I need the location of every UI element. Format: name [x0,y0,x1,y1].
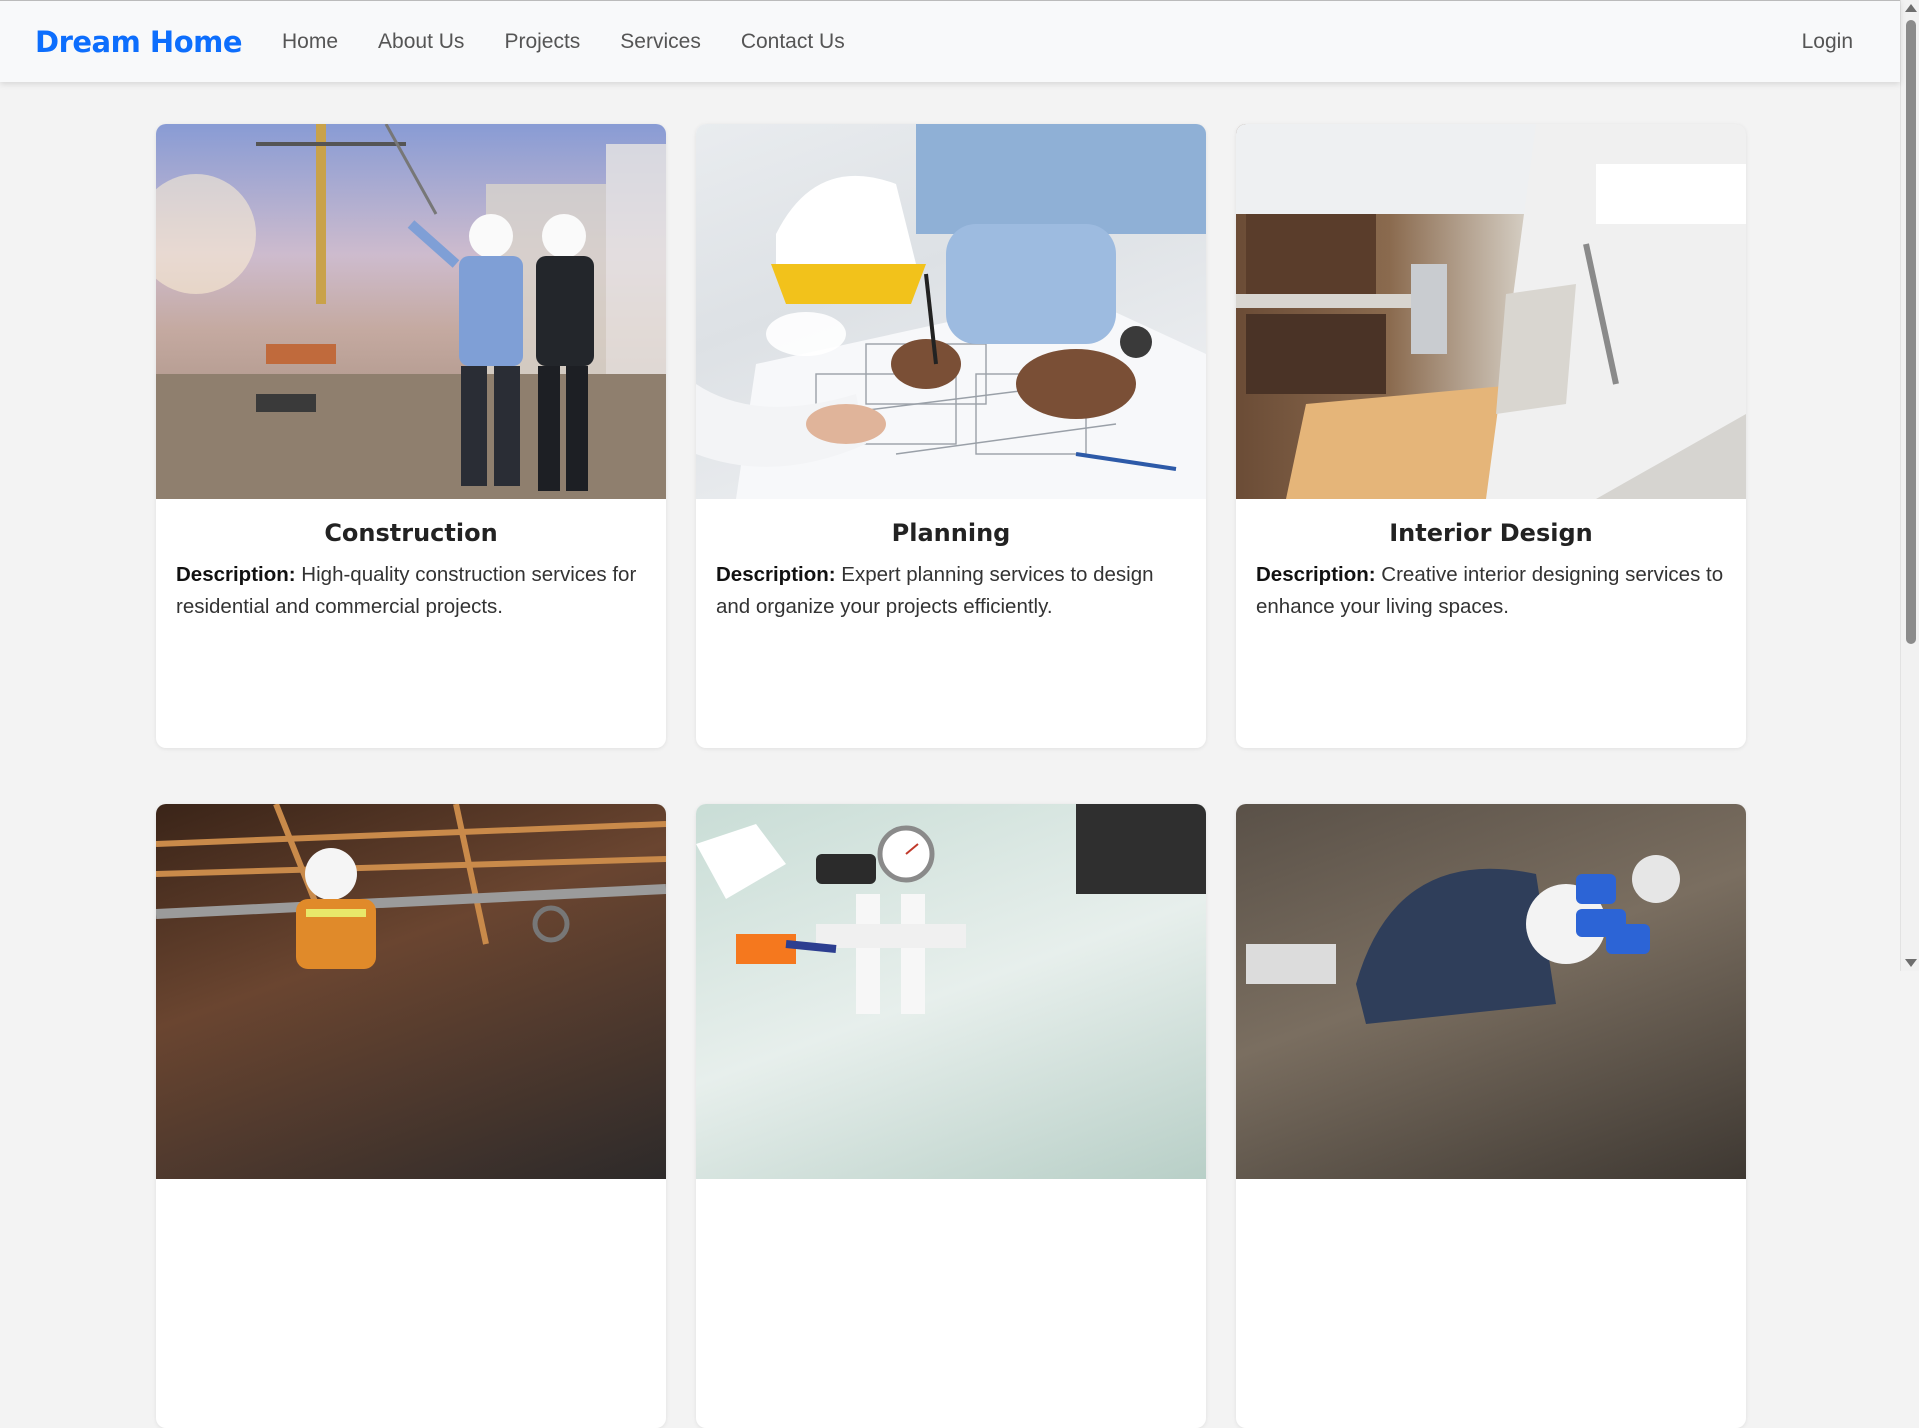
brand-logo[interactable]: Dream Home [35,25,243,59]
interior-design-image [1236,124,1746,499]
card-description: Description: High-quality construction s… [176,559,646,623]
nav-link-projects[interactable]: Projects [504,30,580,54]
service-card-planning: Planning Description: Expert planning se… [696,124,1206,748]
vertical-scrollbar[interactable] [1900,0,1919,971]
service-card-construction: Construction Description: High-quality c… [156,124,666,748]
electrical-illustration [156,804,666,969]
nav-link-about-us[interactable]: About Us [378,30,464,54]
login-link[interactable]: Login [1802,30,1853,54]
card-title: Planning [891,519,1011,547]
electrical-image [156,804,666,1179]
service-card-interior-design: Interior Design Description: Creative in… [1236,124,1746,748]
description-label: Description: [716,563,836,586]
service-card-electrical [156,804,666,1428]
service-card-plumbing [696,804,1206,1428]
nav-links: Home About Us Projects Services Contact … [282,30,845,54]
interior-illustration [1236,124,1746,499]
card-body: Construction Description: High-quality c… [156,499,666,623]
nav-link-contact-us[interactable]: Contact Us [741,30,845,54]
card-title: Construction [324,519,498,547]
plumbing-image [696,804,1206,1179]
services-grid: Construction Description: High-quality c… [156,124,1747,1428]
top-navbar: Dream Home Home About Us Projects Servic… [0,0,1900,82]
plumbing-illustration [696,804,1206,1014]
card-body: Interior Design Description: Creative in… [1236,499,1746,623]
scroll-down-icon[interactable] [1905,959,1917,967]
excavation-image [1236,804,1746,1179]
scroll-up-icon[interactable] [1905,4,1917,12]
description-label: Description: [1256,563,1376,586]
planning-image [696,124,1206,499]
planning-illustration [696,124,1206,499]
nav-link-home[interactable]: Home [282,30,338,54]
card-body: Planning Description: Expert planning se… [696,499,1206,623]
construction-illustration [156,124,666,499]
service-card-excavation [1236,804,1746,1428]
description-label: Description: [176,563,296,586]
excavation-illustration [1246,855,1680,1024]
card-description: Description: Creative interior designing… [1256,559,1726,623]
nav-link-services[interactable]: Services [620,30,701,54]
scrollbar-thumb[interactable] [1906,20,1916,644]
construction-image [156,124,666,499]
card-description: Description: Expert planning services to… [716,559,1186,623]
card-title: Interior Design [1389,519,1593,547]
